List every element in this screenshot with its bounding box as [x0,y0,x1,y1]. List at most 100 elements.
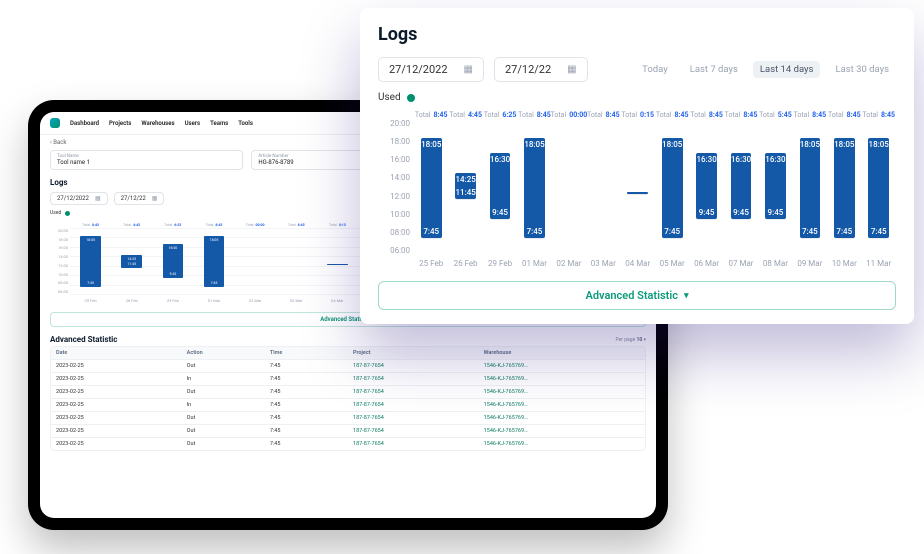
table-row[interactable]: 2023-02-25In7:45187-87-76541546-KJ-76576… [51,372,645,385]
bar-total-label: Total 8:45 [725,105,758,119]
bar-col: Total 8:4518:057:4525 Feb [70,218,111,308]
nav-item-users[interactable]: Users [185,120,201,127]
usage-bar[interactable]: 18:057:45 [204,236,225,287]
top-nav: Dashboard Projects Warehouses Users Teams Too… [70,120,253,127]
table-cell: 2023-02-25 [51,360,182,372]
y-tick: 16:00 [378,155,410,164]
quick-range-links: Today Last 7 days Last 14 days Last 30 days [635,61,896,78]
usage-bar[interactable]: 16:309:45 [163,244,184,277]
quick-range-last-30-days[interactable]: Last 30 days [828,61,896,78]
quick-range-last-14-days[interactable]: Last 14 days [753,61,821,78]
date-from-input[interactable]: 27/12/2022 ▦ [378,57,484,82]
table-cell[interactable]: 187-87-7654 [348,386,479,398]
legend-dot-icon [407,94,415,102]
table-row[interactable]: 2023-02-25Out7:45187-87-76541546-KJ-7657… [51,411,645,424]
nav-item-teams[interactable]: Teams [210,120,228,127]
table-cell: Out [182,360,265,372]
table-cell[interactable]: 187-87-7654 [348,360,479,372]
bar-total-label: Total 8:45 [656,105,689,119]
table-row[interactable]: 2023-02-25In7:45187-87-76541546-KJ-76576… [51,398,645,411]
table-cell[interactable]: 187-87-7654 [348,425,479,437]
date-to-value: 27/12/22 [505,63,551,76]
bar-start-label: 7:45 [800,227,821,236]
bar-start-label: 11:45 [455,188,476,197]
logs-card: Logs 27/12/2022 ▦ 27/12/22 ▦ TodayLast 7… [360,8,914,324]
calendar-icon: ▦ [95,195,101,202]
table-cell[interactable]: 187-87-7654 [348,373,479,385]
table-row[interactable]: 2023-02-25Out7:45187-87-76541546-KJ-7657… [51,385,645,398]
table-cell[interactable]: 187-87-7654 [348,412,479,424]
table-cell[interactable]: 1546-KJ-765769… [479,399,645,411]
x-tick: 02 Mar [556,255,581,271]
usage-bar[interactable]: 18:057:45 [834,138,855,238]
bar-total-label: Total 8:45 [794,105,827,119]
table-cell[interactable]: 1546-KJ-765769… [479,373,645,385]
x-tick: 09 Mar [797,255,822,271]
usage-bar[interactable]: 18:057:45 [421,138,442,238]
x-tick: 02 Mar [249,296,262,308]
bar-total-label: Total 00:00 [551,105,588,119]
nav-item-projects[interactable]: Projects [109,120,131,127]
usage-bar[interactable]: 16:309:45 [490,153,511,219]
usage-bar[interactable]: 16:309:45 [731,153,752,219]
y-tick: 18:00 [50,237,68,242]
usage-bar[interactable]: 18:057:45 [868,138,889,238]
usage-bar[interactable]: 16:309:45 [765,153,786,219]
table-cell[interactable]: 187-87-7654 [348,399,479,411]
y-tick: 20:00 [378,119,410,128]
y-tick: 08:00 [378,228,410,237]
date-from-input-small[interactable]: 27/12/2022 ▦ [50,192,108,205]
x-tick: 06 Mar [694,255,719,271]
bar-end-label: 18:05 [800,140,821,149]
bar-col: Total 4:4514:2511:4526 Feb [448,105,482,271]
date-to-input[interactable]: 27/12/22 ▦ [494,57,588,82]
table-row[interactable]: 2023-02-25Out7:45187-87-76541546-KJ-7657… [51,437,645,450]
bar-col: Total 00:0002 Mar [235,218,276,308]
usage-bar[interactable]: 12:3012:15 [627,192,648,194]
table-cell[interactable]: 1546-KJ-765769… [479,412,645,424]
usage-bar[interactable]: 18:05 7:45 [800,138,821,238]
usage-bar[interactable]: 18:057:45 [662,138,683,238]
nav-item-warehouses[interactable]: Warehouses [141,120,174,127]
y-tick: 06:00 [378,246,410,255]
bar-col: Total 8:4518:057:4510 Mar [827,105,861,271]
x-tick: 01 Mar [522,255,547,271]
table-cell[interactable]: 1546-KJ-765769… [479,425,645,437]
bar-start-label: 7:45 [524,227,545,236]
nav-item-tools[interactable]: Tools [238,120,253,127]
quick-range-today[interactable]: Today [635,61,675,78]
table-header-date: Date [51,347,182,359]
quick-range-last-7-days[interactable]: Last 7 days [683,61,745,78]
bar-end-label: 18:05 [204,238,225,242]
date-to-value-small: 27/12/22 [121,195,146,202]
x-tick: 01 Mar [208,296,221,308]
usage-bar[interactable]: 16:309:45 [696,153,717,219]
bar-col: Total 6:2516:309:4529 Feb [483,105,517,271]
bar-start-label: 9:45 [765,208,786,217]
per-page-control[interactable]: Per page 10 ▾ [616,337,646,343]
table-cell[interactable]: 187-87-7654 [348,438,479,450]
table-cell[interactable]: 1546-KJ-765769… [479,438,645,450]
advanced-statistic-button[interactable]: Advanced Statistic ▾ [378,281,896,310]
table-row[interactable]: 2023-02-25Out7:45187-87-76541546-KJ-7657… [51,424,645,437]
bars: Total 8:4518:057:4525 FebTotal 4:4514:25… [414,105,896,271]
table-cell: In [182,399,265,411]
tool-name-field[interactable]: Tool Name Tool name 1 [50,150,243,170]
table-cell[interactable]: 1546-KJ-765769… [479,386,645,398]
bar-col: Total 5:4516:309:4508 Mar [758,105,792,271]
nav-item-dashboard[interactable]: Dashboard [70,120,99,127]
usage-bar[interactable]: 12:3012:15 [327,264,348,265]
table-row[interactable]: 2023-02-25Out7:45187-87-76541546-KJ-7657… [51,359,645,372]
usage-bar[interactable]: 14:2511:45 [455,173,476,199]
table-header-action: Action [182,347,265,359]
usage-bar[interactable]: 18:057:45 [80,236,101,287]
y-tick: 18:00 [378,137,410,146]
usage-bar[interactable]: 14:2511:45 [121,255,142,268]
usage-bar[interactable]: 18:057:45 [524,138,545,238]
table-cell[interactable]: 1546-KJ-765769… [479,360,645,372]
bar-start-label: 11:45 [121,262,142,266]
legend-dot-icon [65,211,70,216]
calendar-icon: ▦ [464,64,473,75]
x-tick: 03 Mar [591,255,616,271]
date-to-input-small[interactable]: 27/12/22 ▦ [114,192,165,205]
